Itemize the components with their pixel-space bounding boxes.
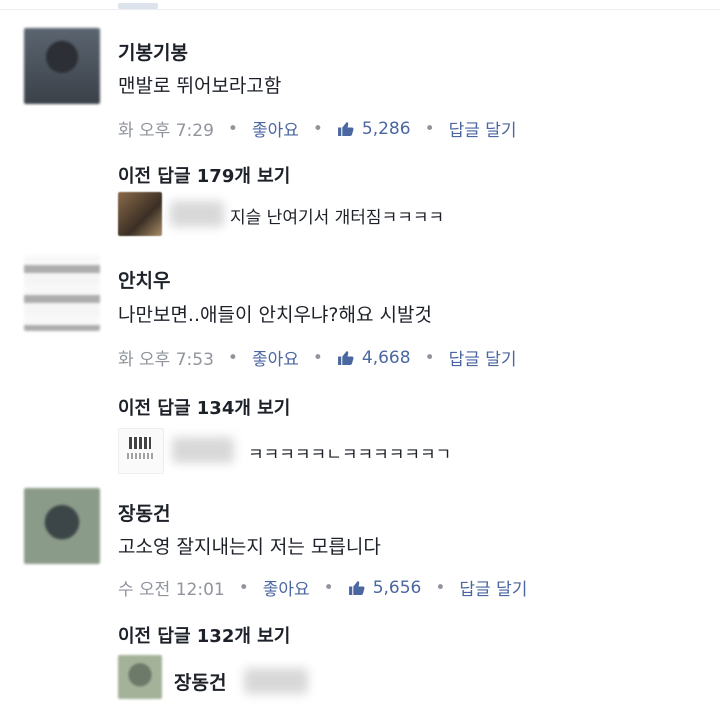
comment-text: 맨발로 뛰어보라고함 xyxy=(118,75,282,97)
comment-time[interactable]: 화 오후 7:29 xyxy=(118,116,214,141)
comment-meta: 화 오후 7:53 • 좋아요 • 4,668 • 답글 달기 xyxy=(118,345,517,371)
reply-button[interactable]: 답글 달기 xyxy=(449,116,517,141)
separator-dot: • xyxy=(312,118,323,139)
separator-dot: • xyxy=(424,347,435,368)
avatar[interactable] xyxy=(24,255,100,331)
comment-text: 나만보면..애들이 안치우냐?해요 시발것 xyxy=(118,304,432,326)
avatar[interactable] xyxy=(24,488,100,564)
reply-button[interactable]: 답글 달기 xyxy=(449,345,517,370)
blurred-reply-author xyxy=(244,668,308,694)
blurred-reply-author xyxy=(170,201,224,227)
separator-dot: • xyxy=(424,118,435,139)
top-divider xyxy=(0,9,720,10)
reply-preview-text: 지슬 난여기서 개터짐ㅋㅋㅋㅋ xyxy=(230,208,445,228)
view-previous-replies[interactable]: 이전 답글 134개 보기 xyxy=(118,394,290,420)
like-count[interactable]: 5,286 xyxy=(362,119,411,139)
like-count[interactable]: 4,668 xyxy=(362,348,411,368)
comment-text: 고소영 잘지내는지 저는 모릅니다 xyxy=(118,536,381,558)
separator-dot: • xyxy=(312,347,323,368)
separator-dot: • xyxy=(435,577,446,598)
comment-author[interactable]: 안치우 xyxy=(118,266,170,293)
reply-preview-text: ㅋㅋㅋㅋㅋㄴㅋㅋㅋㅋㅋㅋㄱ xyxy=(248,445,452,465)
avatar[interactable] xyxy=(24,28,100,104)
blurred-reply-author xyxy=(172,437,234,463)
reply-preview-author[interactable]: 장동건 xyxy=(174,668,226,695)
comment-meta: 화 오후 7:29 • 좋아요 • 5,286 • 답글 달기 xyxy=(118,116,517,142)
reply-avatar[interactable] xyxy=(118,655,162,699)
like-button[interactable]: 좋아요 xyxy=(263,575,310,600)
like-button[interactable]: 좋아요 xyxy=(252,345,299,370)
separator-dot: • xyxy=(227,347,238,368)
reply-avatar[interactable] xyxy=(118,428,164,474)
thumbs-up-icon xyxy=(337,351,354,365)
thumbs-up-icon xyxy=(337,122,354,136)
view-previous-replies[interactable]: 이전 답글 179개 보기 xyxy=(118,162,290,188)
thumbs-up-icon xyxy=(348,581,365,595)
comment-author[interactable]: 기봉기봉 xyxy=(118,38,188,65)
like-button[interactable]: 좋아요 xyxy=(252,116,299,141)
like-count[interactable]: 5,656 xyxy=(373,578,422,598)
separator-dot: • xyxy=(323,577,334,598)
view-previous-replies[interactable]: 이전 답글 132개 보기 xyxy=(118,622,290,648)
separator-dot: • xyxy=(227,118,238,139)
comment-time[interactable]: 수 오전 12:01 xyxy=(118,575,225,600)
comment-time[interactable]: 화 오후 7:53 xyxy=(118,345,214,370)
separator-dot: • xyxy=(238,577,249,598)
reply-avatar[interactable] xyxy=(118,192,162,236)
comment-author[interactable]: 장동건 xyxy=(118,499,170,526)
comment-meta: 수 오전 12:01 • 좋아요 • 5,656 • 답글 달기 xyxy=(118,575,527,601)
reply-button[interactable]: 답글 달기 xyxy=(459,575,527,600)
